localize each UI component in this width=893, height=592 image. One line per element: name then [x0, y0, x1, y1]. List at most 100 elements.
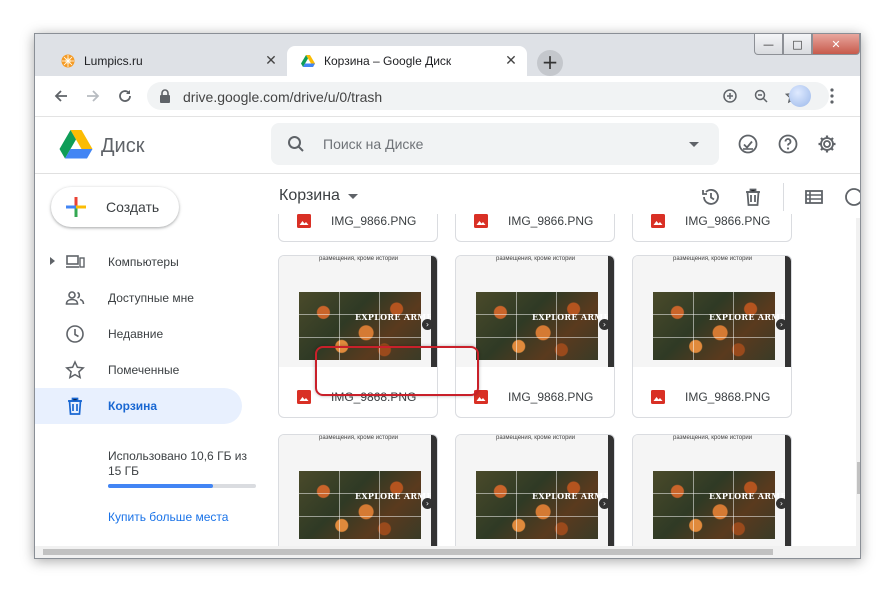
- title-bar: — □ ✕ Lumpics.ru ✕ Корзина – Google Диск…: [35, 34, 860, 76]
- breadcrumb[interactable]: Корзина: [279, 187, 358, 205]
- drive-app: Диск Поиск на Диске Создать Компьютеры Д…: [35, 116, 860, 558]
- thumbnail-caption: размещения, кроме истории: [319, 256, 399, 262]
- file-name-row: IMG_9866.PNG: [474, 214, 593, 228]
- file-card[interactable]: размещения, кроме истории EXPLORE ARMENI…: [455, 434, 615, 558]
- scrollbar-thumb[interactable]: [857, 462, 860, 494]
- file-name: IMG_9868.PNG: [508, 390, 594, 404]
- sidebar-item-recent[interactable]: Недавние: [35, 316, 242, 352]
- new-tab-button[interactable]: +: [537, 50, 563, 76]
- search-icon[interactable]: [287, 135, 305, 153]
- chevron-right-icon: ›: [599, 319, 610, 330]
- help-icon[interactable]: [777, 133, 799, 155]
- tab-title: Lumpics.ru: [84, 54, 143, 68]
- google-drive-icon: [301, 55, 315, 67]
- thumbnail-photo: EXPLORE ARMENIA: [476, 292, 614, 360]
- toolbar-divider: [783, 183, 784, 211]
- selection-highlight: [315, 346, 479, 396]
- tab-close-icon[interactable]: ✕: [261, 53, 281, 69]
- thumbnail-caption: размещения, кроме истории: [496, 256, 576, 262]
- horizontal-scrollbar[interactable]: [35, 546, 860, 558]
- sidebar-item-label: Корзина: [108, 399, 158, 413]
- image-file-icon: [651, 214, 665, 228]
- list-view-icon[interactable]: [802, 185, 826, 209]
- maximize-button[interactable]: □: [783, 34, 812, 55]
- offline-check-icon[interactable]: [737, 133, 759, 155]
- settings-gear-icon[interactable]: [816, 133, 838, 155]
- search-options-icon[interactable]: [689, 142, 699, 147]
- file-name: IMG_9868.PNG: [685, 390, 771, 404]
- sidebar-item-label: Доступные мне: [108, 291, 194, 305]
- file-card[interactable]: IMG_9866.PNG: [632, 214, 792, 242]
- clock-icon: [66, 325, 84, 343]
- chevron-right-icon: ›: [599, 498, 610, 509]
- zoom-out-icon[interactable]: [753, 88, 769, 104]
- file-name: IMG_9866.PNG: [685, 214, 771, 228]
- file-card[interactable]: IMG_9866.PNG: [278, 214, 438, 242]
- sidebar-item-starred[interactable]: Помеченные: [35, 352, 242, 388]
- image-file-icon: [297, 214, 311, 228]
- sidebar-item-shared[interactable]: Доступные мне: [35, 280, 242, 316]
- file-card[interactable]: IMG_9866.PNG: [455, 214, 615, 242]
- lock-icon: [160, 89, 170, 103]
- file-thumbnail: размещения, кроме истории EXPLORE ARMENI…: [456, 256, 614, 367]
- back-icon[interactable]: [49, 84, 73, 108]
- forward-icon[interactable]: [81, 84, 105, 108]
- file-name: IMG_9866.PNG: [508, 214, 594, 228]
- file-card[interactable]: размещения, кроме истории EXPLORE ARMENI…: [278, 434, 438, 558]
- page-title: Корзина: [279, 187, 340, 204]
- search-placeholder: Поиск на Диске: [323, 136, 424, 152]
- tab-close-icon[interactable]: ✕: [501, 53, 521, 69]
- thumbnail-edge: [608, 435, 614, 546]
- thumbnail-photo: EXPLORE ARMENIA: [653, 292, 791, 360]
- create-label: Создать: [106, 199, 160, 215]
- file-name-row: IMG_9868.PNG: [474, 390, 593, 404]
- thumbnail-photo: EXPLORE ARMENIA: [653, 471, 791, 539]
- chevron-right-icon: ›: [776, 498, 787, 509]
- thumbnail-edge: [431, 435, 437, 546]
- file-card[interactable]: размещения, кроме истории EXPLORE ARMENI…: [632, 255, 792, 418]
- empty-trash-icon[interactable]: [741, 185, 765, 209]
- info-icon[interactable]: [842, 185, 860, 209]
- url-text: drive.google.com/drive/u/0/trash: [183, 89, 383, 105]
- sidebar-item-computers[interactable]: Компьютеры: [35, 244, 242, 280]
- profile-avatar[interactable]: [789, 85, 811, 107]
- google-drive-logo[interactable]: [59, 129, 93, 159]
- thumbnail-photo: EXPLORE ARMENIA: [299, 471, 437, 539]
- drive-title[interactable]: Диск: [101, 135, 144, 158]
- file-thumbnail: размещения, кроме истории EXPLORE ARMENI…: [633, 256, 791, 367]
- thumbnail-edge: [785, 256, 791, 367]
- address-bar[interactable]: drive.google.com/drive/u/0/trash: [147, 82, 829, 110]
- minimize-button[interactable]: —: [754, 34, 783, 55]
- sidebar-item-label: Помеченные: [108, 363, 180, 377]
- close-window-button[interactable]: ✕: [812, 34, 860, 55]
- sidebar: Создать Компьютеры Доступные мне Недавни…: [35, 174, 271, 558]
- drive-header: Диск Поиск на Диске: [35, 117, 860, 174]
- thumbnail-caption: размещения, кроме истории: [319, 435, 399, 441]
- sidebar-item-trash[interactable]: Корзина: [35, 388, 242, 424]
- thumbnail-photo: EXPLORE ARMENIA: [476, 471, 614, 539]
- main-area: Корзина IMG_9866.PNG IMG_9866.PNG IMG_98…: [271, 174, 860, 558]
- file-card[interactable]: размещения, кроме истории EXPLORE ARMENI…: [455, 255, 615, 418]
- orange-icon: [61, 54, 75, 68]
- reload-icon[interactable]: [113, 84, 137, 108]
- scrollbar-thumb[interactable]: [43, 549, 773, 555]
- buy-storage-link[interactable]: Купить больше места: [108, 510, 228, 524]
- add-circle-icon[interactable]: [722, 88, 738, 104]
- file-card[interactable]: размещения, кроме истории EXPLORE ARMENI…: [632, 434, 792, 558]
- expand-arrow-icon[interactable]: [50, 257, 55, 265]
- restore-history-icon[interactable]: [699, 185, 723, 209]
- image-file-icon: [651, 390, 665, 404]
- vertical-scrollbar[interactable]: [856, 218, 860, 558]
- shared-icon: [65, 291, 85, 305]
- image-file-icon: [297, 390, 311, 404]
- file-name: IMG_9866.PNG: [331, 214, 417, 228]
- search-box[interactable]: Поиск на Диске: [271, 123, 719, 165]
- file-name-row: IMG_9866.PNG: [297, 214, 416, 228]
- tab-google-drive[interactable]: Корзина – Google Диск ✕: [287, 46, 527, 76]
- menu-dots-icon[interactable]: [827, 85, 837, 107]
- tab-lumpics[interactable]: Lumpics.ru ✕: [47, 46, 287, 76]
- create-button[interactable]: Создать: [51, 187, 179, 227]
- thumbnail-edge: [785, 435, 791, 546]
- file-name-row: IMG_9866.PNG: [651, 214, 770, 228]
- thumbnail-caption: размещения, кроме истории: [673, 256, 753, 262]
